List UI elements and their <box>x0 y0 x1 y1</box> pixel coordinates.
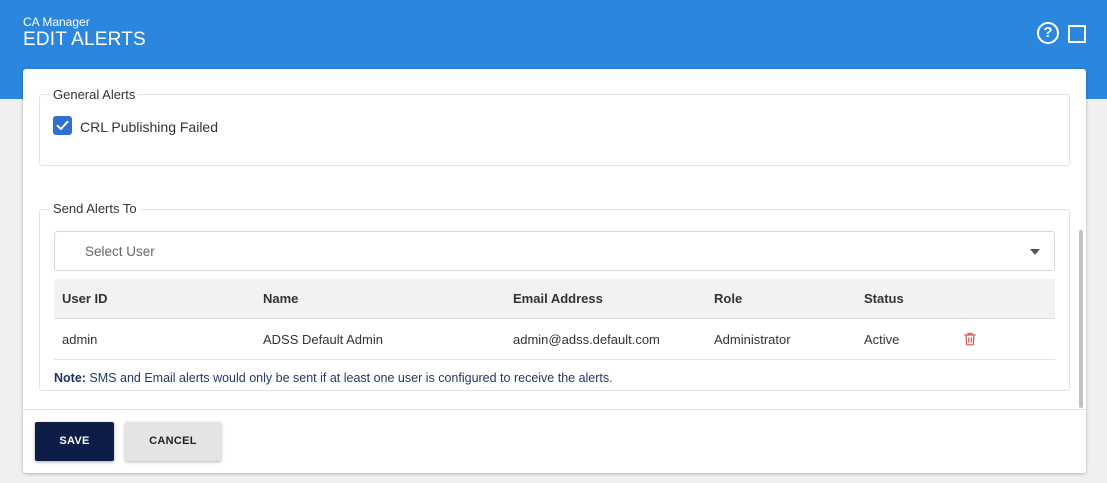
alerts-note: Note: SMS and Email alerts would only be… <box>54 371 613 385</box>
general-alerts-legend: General Alerts <box>50 87 139 102</box>
column-header-status[interactable]: Status <box>864 291 904 306</box>
maximize-icon[interactable] <box>1068 25 1086 43</box>
recipients-table: User ID Name Email Address Role Status a… <box>54 279 1055 360</box>
cell-user-id: admin <box>62 332 98 347</box>
cell-name: ADSS Default Admin <box>263 332 383 347</box>
cell-role: Administrator <box>714 332 791 347</box>
edit-alerts-card: General Alerts CRL Publishing Failed Sen… <box>23 69 1086 473</box>
column-header-user-id[interactable]: User ID <box>62 291 108 306</box>
select-user-dropdown[interactable]: Select User <box>54 231 1055 271</box>
save-button[interactable]: SAVE <box>35 422 114 461</box>
cell-email: admin@adss.default.com <box>513 332 660 347</box>
page-title: EDIT ALERTS <box>23 29 146 50</box>
send-alerts-legend: Send Alerts To <box>50 201 140 216</box>
chevron-down-icon[interactable] <box>1030 249 1040 255</box>
cancel-button[interactable]: CANCEL <box>125 422 221 461</box>
select-user-placeholder: Select User <box>85 244 155 259</box>
checkmark-icon <box>56 120 69 130</box>
trash-icon[interactable] <box>963 332 977 346</box>
column-header-email[interactable]: Email Address <box>513 291 603 306</box>
cell-status: Active <box>864 332 900 347</box>
table-row: admin ADSS Default Admin admin@adss.defa… <box>54 319 1055 360</box>
crl-publishing-failed-label[interactable]: CRL Publishing Failed <box>80 119 218 135</box>
scrollbar[interactable] <box>1079 230 1083 408</box>
column-header-name[interactable]: Name <box>263 291 298 306</box>
note-text: SMS and Email alerts would only be sent … <box>85 371 613 385</box>
crl-publishing-failed-checkbox[interactable] <box>53 116 72 135</box>
note-prefix: Note: <box>54 371 86 385</box>
dialog-footer: SAVE CANCEL <box>23 409 1086 473</box>
help-icon[interactable]: ? <box>1037 22 1059 44</box>
column-header-role[interactable]: Role <box>714 291 742 306</box>
table-header: User ID Name Email Address Role Status <box>54 279 1055 319</box>
app-name: CA Manager <box>23 15 90 29</box>
